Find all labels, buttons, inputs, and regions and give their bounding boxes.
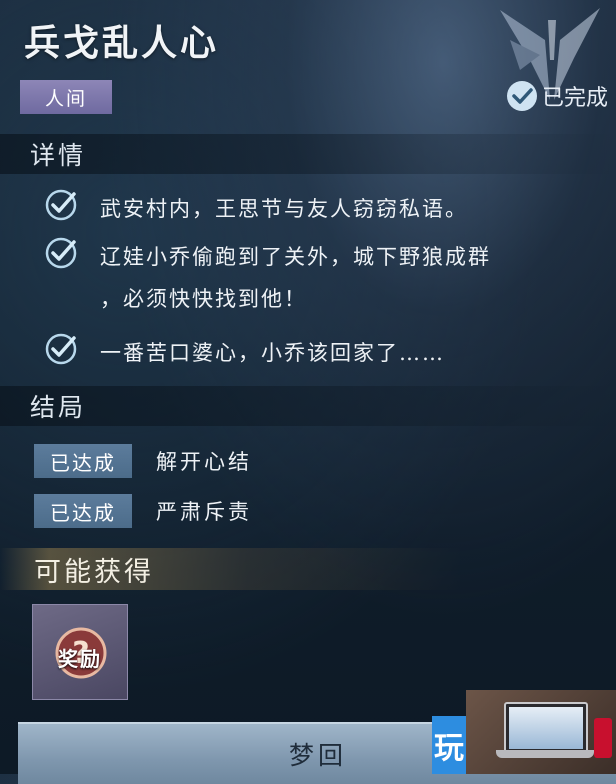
details-heading: 详情 xyxy=(30,141,87,170)
watermark-thumbnail xyxy=(466,690,616,774)
completed-status: 已完成 xyxy=(506,80,608,112)
check-icon xyxy=(45,189,77,221)
achieved-badge: 已达成 xyxy=(34,494,132,528)
realm-tag-label: 人间 xyxy=(44,87,87,110)
task-text: 一番苦口婆心，小乔该回家了…… xyxy=(100,341,445,365)
check-icon xyxy=(45,237,77,269)
check-icon xyxy=(45,333,77,365)
laptop-image xyxy=(504,702,588,754)
task-text: 辽娃小乔偷跑到了关外，城下野狼成群 xyxy=(100,245,491,269)
ending-label: 解开心结 xyxy=(156,450,252,474)
task-text-continued: ，必须快快找到他！ xyxy=(100,287,307,311)
task-item: 武安村内，王思节与友人窃窃私语。 xyxy=(44,188,610,230)
reward-item-text: 奖励 xyxy=(58,647,102,671)
details-band xyxy=(0,134,616,174)
endings-band xyxy=(0,386,616,426)
laptop-base xyxy=(496,750,594,758)
ending-item: 已达成 严肃斥责 xyxy=(34,494,252,528)
task-item: 辽娃小乔偷跑到了关外，城下野狼成群 ，必须快快找到他！ xyxy=(44,236,610,320)
achieved-badge: 已达成 xyxy=(34,444,132,478)
reward-item[interactable]: ? 奖励 xyxy=(32,604,128,700)
quest-title: 兵戈乱人心 xyxy=(24,22,220,64)
endings-heading: 结局 xyxy=(30,393,87,422)
soda-can-image xyxy=(594,718,612,758)
ending-label: 严肃斥责 xyxy=(156,500,252,524)
check-circle-icon xyxy=(506,81,537,111)
completed-status-label: 已完成 xyxy=(541,86,608,111)
task-item: 一番苦口婆心，小乔该回家了…… xyxy=(44,332,610,374)
rewards-heading: 可能获得 xyxy=(34,557,154,588)
ending-item: 已达成 解开心结 xyxy=(34,444,252,478)
realm-tag: 人间 xyxy=(20,80,112,114)
watermark-badge: 玩 xyxy=(432,716,466,774)
task-text: 武安村内，王思节与友人窃窃私语。 xyxy=(100,197,468,221)
